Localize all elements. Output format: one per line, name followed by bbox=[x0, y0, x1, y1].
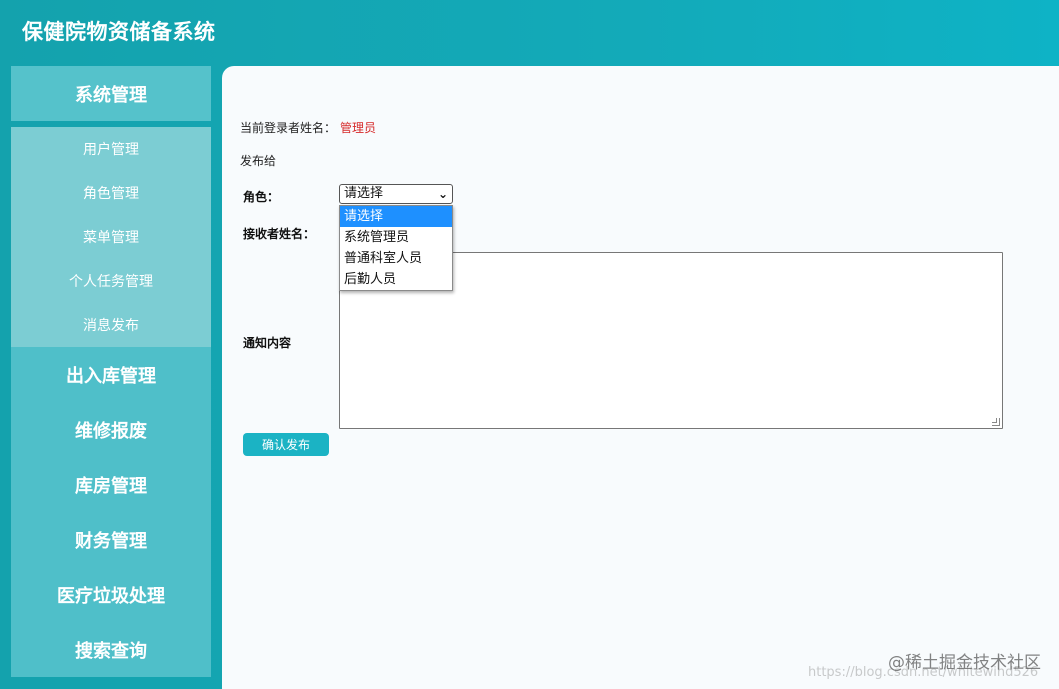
sidebar-group-inout[interactable]: 出入库管理 bbox=[11, 347, 211, 402]
notice-label: 通知内容 bbox=[243, 336, 292, 350]
sidebar-item-message-publish[interactable]: 消息发布 bbox=[11, 303, 211, 347]
publish-to-label: 发布给 bbox=[240, 154, 277, 168]
role-label: 角色： bbox=[243, 190, 280, 204]
app-title: 保健院物资储备系统 bbox=[22, 20, 216, 44]
sidebar-item-personal-tasks[interactable]: 个人任务管理 bbox=[11, 259, 211, 303]
role-select-value: 请选择 bbox=[344, 186, 384, 201]
role-select[interactable]: 请选择 ⌄ bbox=[339, 184, 453, 204]
top-bar: 保健院物资储备系统 bbox=[0, 0, 1059, 60]
sidebar-group-finance[interactable]: 财务管理 bbox=[11, 512, 211, 567]
role-option-dept-staff[interactable]: 普通科室人员 bbox=[340, 248, 452, 269]
sidebar-item-roles[interactable]: 角色管理 bbox=[11, 171, 211, 215]
sidebar-item-menus[interactable]: 菜单管理 bbox=[11, 215, 211, 259]
role-option-system-admin[interactable]: 系统管理员 bbox=[340, 227, 452, 248]
sidebar-group-medical-waste[interactable]: 医疗垃圾处理 bbox=[11, 567, 211, 622]
login-label: 当前登录者姓名： bbox=[240, 121, 337, 135]
watermark: @稀土掘金技术社区 bbox=[888, 653, 1041, 673]
login-name: 管理员 bbox=[340, 121, 377, 135]
main-content: 当前登录者姓名： 管理员 发布给 角色： 请选择 ⌄ 请选择 系统管理员 普通科室… bbox=[222, 66, 1059, 689]
sidebar-group-system[interactable]: 系统管理 bbox=[11, 66, 211, 121]
system-submenu: 用户管理 角色管理 菜单管理 个人任务管理 消息发布 bbox=[11, 127, 211, 347]
receiver-label: 接收者姓名： bbox=[243, 227, 316, 241]
sidebar-item-users[interactable]: 用户管理 bbox=[11, 127, 211, 171]
sidebar-group-warehouse[interactable]: 库房管理 bbox=[11, 457, 211, 512]
login-info: 当前登录者姓名： 管理员 bbox=[240, 119, 376, 136]
sidebar-group-repair[interactable]: 维修报废 bbox=[11, 402, 211, 457]
sidebar: 系统管理 用户管理 角色管理 菜单管理 个人任务管理 消息发布 出入库管理 维修… bbox=[11, 66, 211, 679]
resize-handle-icon[interactable] bbox=[992, 418, 1000, 426]
role-option-logistics[interactable]: 后勤人员 bbox=[340, 269, 452, 290]
confirm-publish-button[interactable]: 确认发布 bbox=[243, 433, 329, 456]
role-dropdown: 请选择 系统管理员 普通科室人员 后勤人员 bbox=[339, 205, 453, 291]
sidebar-group-search[interactable]: 搜索查询 bbox=[11, 622, 211, 677]
role-option-placeholder[interactable]: 请选择 bbox=[340, 206, 452, 227]
chevron-down-icon: ⌄ bbox=[437, 187, 448, 201]
